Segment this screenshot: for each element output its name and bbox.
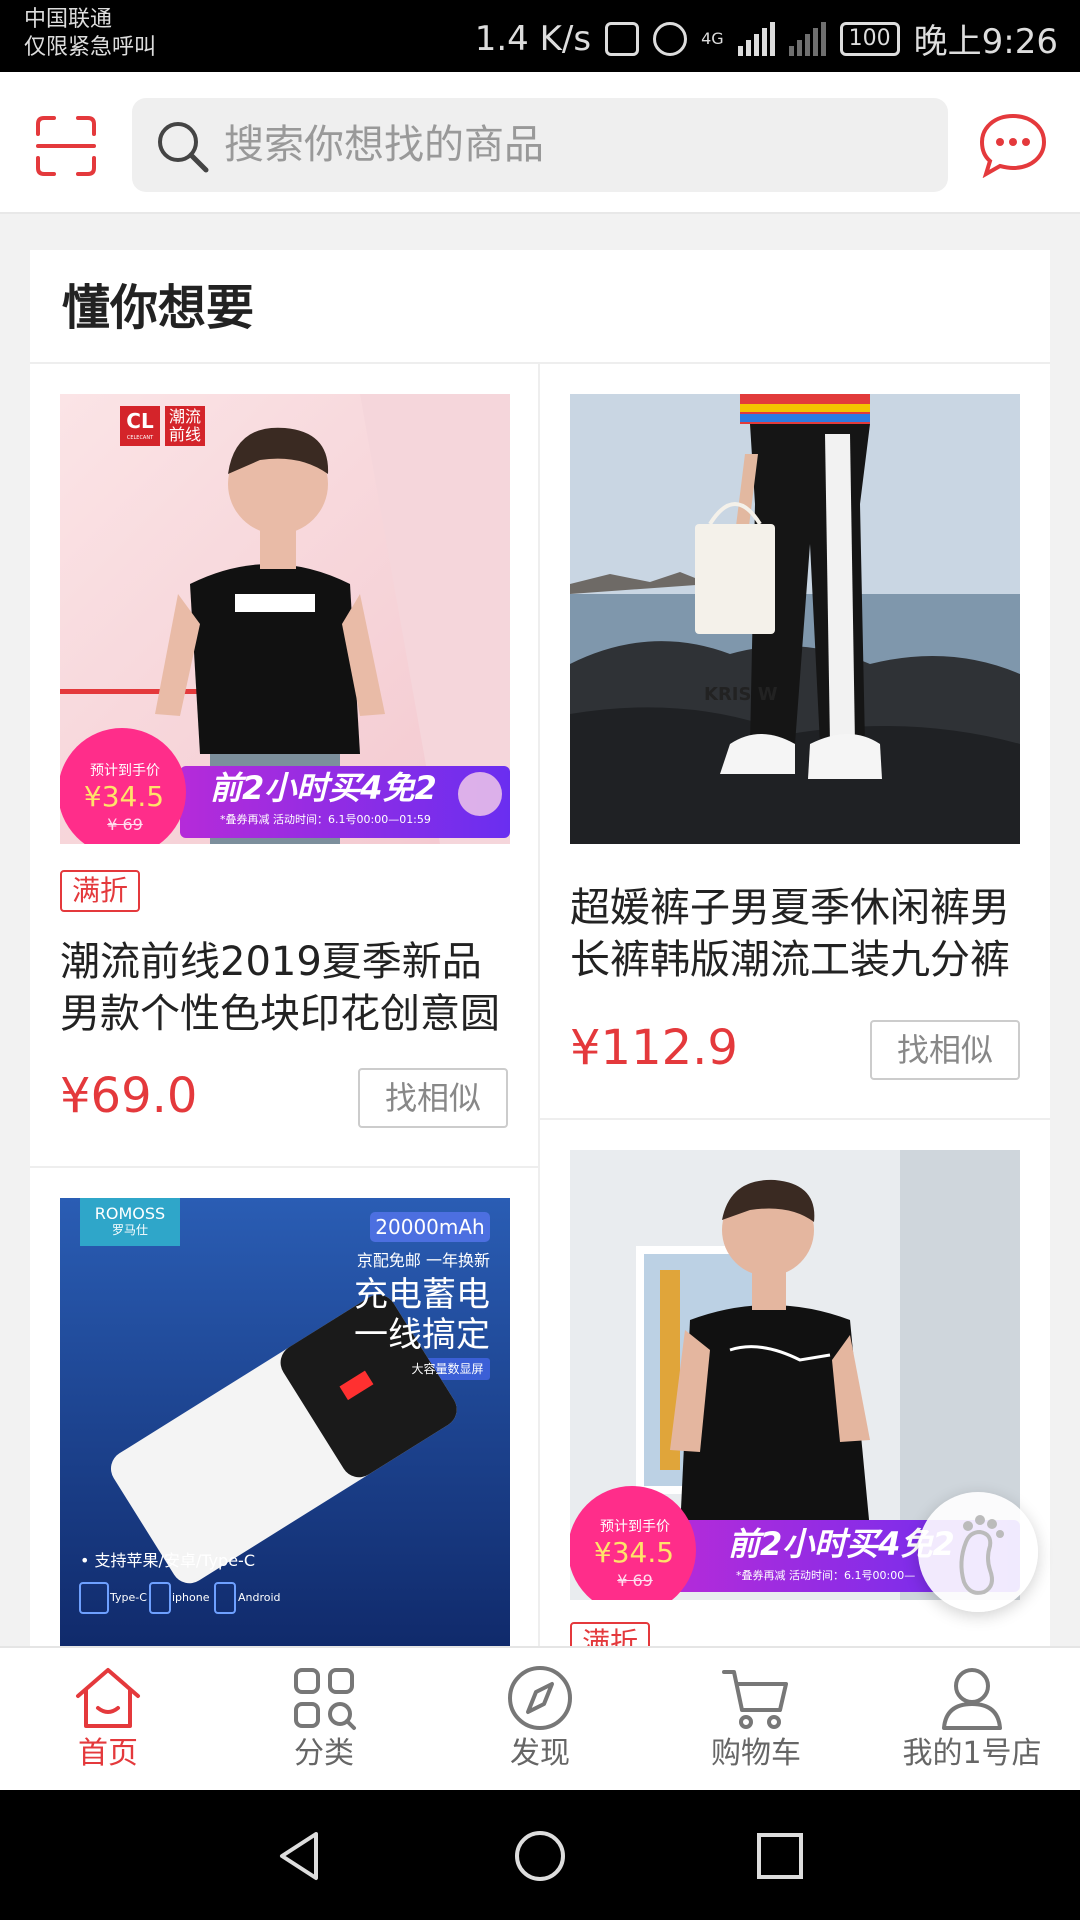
port-label: Android [238, 1591, 281, 1604]
product-name[interactable]: 潮流前线2019夏季新品男款个性色块印花创意圆领短袖T恤 [60, 936, 516, 1040]
product-name[interactable]: 超媛裤子男夏季休闲裤男长裤韩版潮流工装九分裤 [570, 882, 1026, 986]
search-placeholder: 搜索你想找的商品 [224, 122, 544, 168]
tab-label: 分类 [294, 1736, 354, 1771]
back-icon[interactable] [272, 1828, 328, 1884]
tab-my-store[interactable]: 我的1号店 [864, 1648, 1080, 1790]
recents-icon[interactable] [752, 1828, 808, 1884]
promo-subtitle: *叠券再减 活动时间：6.1号00:00—01:59 [220, 813, 431, 826]
tab-cart[interactable]: 购物车 [648, 1648, 864, 1790]
bottom-tab-bar: 首页 分类 发现 购物车 我的1号店 [0, 1646, 1080, 1790]
signal-icon [737, 21, 775, 56]
network-speed: 1.4 K/s [474, 18, 592, 59]
alarm-icon [653, 21, 688, 56]
promo-headline: 一线搞定 [354, 1315, 490, 1355]
feature-badge: 大容量数显屏 [411, 1362, 484, 1376]
tab-label: 首页 [78, 1736, 138, 1771]
brand-sub: 罗马仕 [111, 1223, 148, 1237]
promo-line: 京配免邮 一年换新 [356, 1251, 490, 1270]
promo-price: ¥34.5 [593, 1536, 675, 1569]
product-card[interactable]: KRIS W 超媛裤子男夏季休闲裤男长裤韩版潮流工装九分裤 ¥112.9 找相似 [540, 364, 1050, 1116]
user-icon [942, 1668, 1002, 1730]
brand-sub: CELECANT [126, 435, 154, 441]
product-price: ¥69.0 [60, 1068, 198, 1124]
search-bar[interactable]: 搜索你想找的商品 [132, 98, 948, 192]
brand-code: CL [126, 409, 154, 433]
section-title: 懂你想要 [62, 280, 255, 336]
status-bar: 中国联通 仅限紧急呼叫 1.4 K/s 4G 100 晚上9:26 [0, 0, 1080, 72]
capacity-badge: 20000mAh [375, 1215, 485, 1239]
product-card[interactable]: CL CELECANT 潮流前线 预计到手价 ¥34.5 ¥ 69 前2小时买4… [30, 364, 538, 1164]
support-text: • 支持苹果/安卓/Type-C [80, 1551, 256, 1570]
status-icons: 1.4 K/s 4G 100 晚上9:26 [475, 14, 1058, 63]
vibrate-icon [605, 21, 640, 56]
top-bar: 搜索你想找的商品 [0, 72, 1080, 214]
battery-icon: 100 [839, 21, 900, 56]
discount-tag: 满折 [60, 870, 141, 912]
system-nav-bar [0, 1790, 1080, 1920]
promo-subtitle: *叠券再减 活动时间：6.1号00:00— [736, 1569, 916, 1582]
promo-title: 前2小时买4免2 [210, 769, 437, 807]
promo-original-price: ¥ 69 [107, 815, 143, 834]
footprint-button[interactable] [918, 1492, 1038, 1612]
tab-category[interactable]: 分类 [216, 1648, 432, 1790]
product-price: ¥112.9 [570, 1020, 738, 1076]
home-icon [76, 1668, 140, 1728]
carrier-status: 仅限紧急呼叫 [24, 35, 157, 60]
promo-original-price: ¥ 69 [617, 1571, 653, 1590]
port-label: iphone [172, 1591, 210, 1604]
signal-no-sim-icon [788, 21, 826, 56]
port-label: Type-C [110, 1591, 147, 1604]
category-icon [294, 1668, 356, 1730]
compass-icon [508, 1666, 572, 1730]
network-type: 4G [701, 29, 724, 48]
brand-name: ROMOSS [94, 1204, 166, 1223]
product-image[interactable]: CL CELECANT 潮流前线 预计到手价 ¥34.5 ¥ 69 前2小时买4… [60, 394, 510, 844]
product-image[interactable]: ROMOSS 罗马仕 20000mAh 京配免邮 一年换新 充电蓄电 一线搞定 … [60, 1198, 510, 1648]
promo-label: 预计到手价 [90, 763, 160, 779]
tab-home[interactable]: 首页 [0, 1648, 216, 1790]
brand-name: 潮流前线 [168, 407, 201, 444]
tab-label: 我的1号店 [902, 1736, 1042, 1771]
tab-label: 购物车 [711, 1736, 801, 1771]
search-icon [158, 122, 209, 173]
cart-icon [722, 1670, 788, 1729]
message-icon[interactable] [978, 112, 1048, 178]
promo-price: ¥34.5 [83, 780, 165, 813]
tab-discover[interactable]: 发现 [432, 1648, 648, 1790]
home-circle-icon[interactable] [512, 1828, 568, 1884]
carrier-name: 中国联通 [24, 7, 113, 32]
recommend-section: 懂你想要 CL CELECANT 潮流前线 预计到手价 ¥34.5 ¥ 69 前… [30, 250, 1050, 1650]
carrier-info: 中国联通 仅限紧急呼叫 [24, 6, 156, 62]
product-card[interactable]: ROMOSS 罗马仕 20000mAh 京配免邮 一年换新 充电蓄电 一线搞定 … [30, 1168, 538, 1650]
bag-text: KRIS W [704, 684, 778, 705]
promo-headline: 充电蓄电 [354, 1275, 490, 1315]
find-similar-button[interactable]: 找相似 [870, 1020, 1020, 1080]
find-similar-button[interactable]: 找相似 [358, 1068, 508, 1128]
tab-label: 发现 [510, 1736, 570, 1771]
footprint-icon [959, 1515, 1004, 1595]
product-image[interactable]: KRIS W [570, 394, 1020, 844]
promo-label: 预计到手价 [600, 1519, 670, 1535]
clock: 晚上9:26 [913, 22, 1058, 62]
scan-icon[interactable] [34, 114, 98, 178]
